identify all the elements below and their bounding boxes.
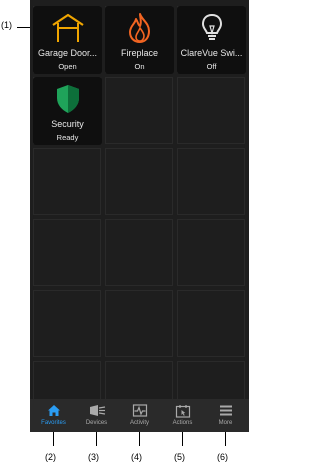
tab-activity[interactable]: Activity: [118, 399, 161, 432]
tile-garage-door[interactable]: Garage Door... Open: [33, 6, 102, 74]
grid-cell: [105, 77, 173, 144]
tile-state: Off: [206, 62, 217, 71]
grid-cell: [105, 148, 173, 215]
callout-2: (2): [45, 452, 56, 462]
tile-clarevue-switch[interactable]: ClareVue Swi... Off: [177, 6, 246, 74]
tab-actions[interactable]: Actions: [161, 399, 204, 432]
tab-label: Favorites: [41, 420, 66, 426]
callout-6-line: [225, 432, 226, 446]
fire-icon: [128, 13, 150, 43]
tile-state: Ready: [56, 133, 79, 142]
favorites-grid: Garage Door... Open Fireplace On ClareVu…: [33, 6, 246, 428]
tab-more[interactable]: More: [204, 399, 247, 432]
callout-6: (6): [217, 452, 228, 462]
grid-cell: [33, 290, 101, 357]
home-icon: [47, 405, 60, 416]
actions-icon: [175, 405, 190, 418]
lightbulb-icon: [201, 13, 222, 40]
shield-icon: [56, 85, 79, 113]
tile-name: ClareVue Swi...: [180, 48, 243, 58]
tab-label: Actions: [172, 420, 193, 426]
grid-cell: [105, 219, 173, 286]
app-screen: Garage Door... Open Fireplace On ClareVu…: [30, 0, 249, 432]
callout-3: (3): [88, 452, 99, 462]
tile-name: Fireplace: [120, 48, 158, 58]
activity-icon: [132, 404, 147, 417]
grid-cell: [177, 77, 245, 144]
menu-icon: [219, 405, 232, 416]
callout-1: (1): [1, 20, 12, 30]
grid-cell: [177, 148, 245, 215]
bottom-tab-bar: Favorites Devices Activity Actions More: [30, 399, 249, 432]
tile-security[interactable]: Security Ready: [33, 77, 102, 145]
grid-cell: [105, 290, 173, 357]
grid-cell: [33, 148, 101, 215]
tile-name: Garage Door...: [37, 48, 98, 58]
callout-5: (5): [174, 452, 185, 462]
tab-label: More: [218, 420, 233, 426]
garage-icon: [51, 13, 84, 42]
grid-cell: [177, 290, 245, 357]
devices-icon: [89, 405, 105, 416]
tile-state: On: [134, 62, 145, 71]
tab-devices[interactable]: Devices: [75, 399, 118, 432]
grid-cell: [33, 219, 101, 286]
tile-state: Open: [58, 62, 77, 71]
tab-favorites[interactable]: Favorites: [32, 399, 75, 432]
tile-name: Security: [51, 119, 84, 129]
callout-5-line: [182, 432, 183, 446]
callout-2-line: [53, 432, 54, 446]
tab-label: Devices: [85, 420, 108, 426]
grid-cell: [177, 219, 245, 286]
tile-fireplace[interactable]: Fireplace On: [105, 6, 174, 74]
callout-4: (4): [131, 452, 142, 462]
tab-label: Activity: [129, 420, 149, 426]
callout-3-line: [96, 432, 97, 446]
callout-4-line: [139, 432, 140, 446]
